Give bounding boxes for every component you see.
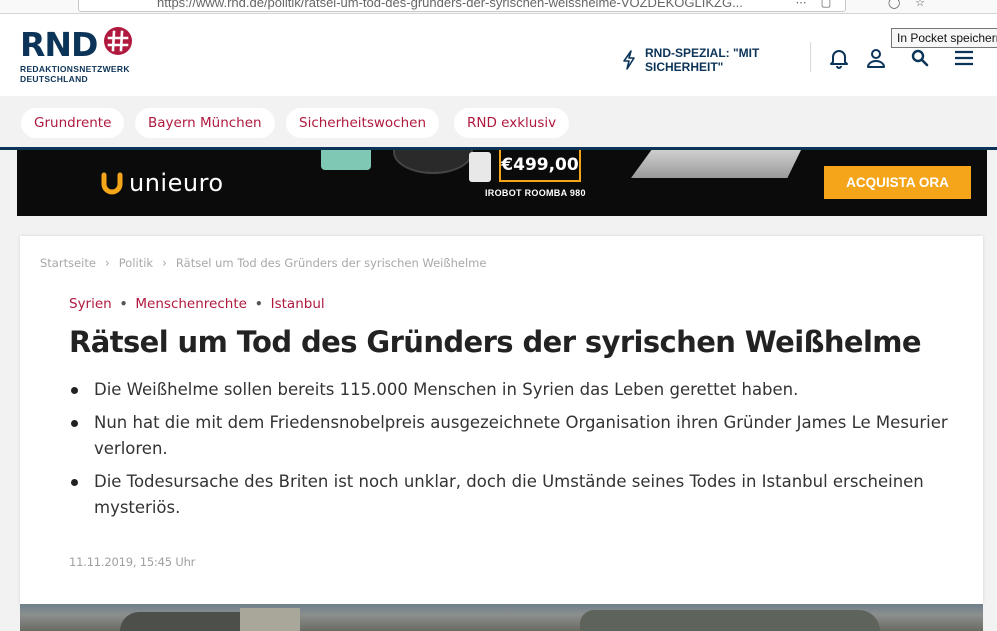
unieuro-mark-icon <box>101 172 123 195</box>
tag-istanbul[interactable]: Istanbul <box>271 296 325 312</box>
topic-bar: Grundrente Bayern München Sicherheitswoc… <box>0 96 997 150</box>
reader-icon[interactable]: ◯ <box>888 0 900 9</box>
logo-subtitle-2: DEUTSCHLAND <box>20 74 88 84</box>
ad-cta-button[interactable]: ACQUISTA ORA <box>824 166 971 199</box>
tag-separator: • <box>254 297 263 311</box>
product-image-box <box>469 152 491 182</box>
ad-banner[interactable]: unieuro €499,00 IROBOT ROOMBA 980 ACQUIS… <box>17 150 987 216</box>
topic-chip-bayern-muenchen[interactable]: Bayern München <box>135 108 275 138</box>
menu-icon[interactable] <box>953 47 975 69</box>
tag-syrien[interactable]: Syrien <box>69 296 112 312</box>
ad-price: €499,00 <box>499 150 581 182</box>
summary-item: Die Todesursache des Briten ist noch unk… <box>69 469 949 521</box>
topic-chip-rnd-exklusiv[interactable]: RND exklusiv <box>454 108 570 138</box>
chevron-right-icon: › <box>162 256 167 270</box>
breadcrumb-section[interactable]: Politik <box>119 256 153 270</box>
bookmark-star-icon[interactable]: ☆ <box>914 0 926 9</box>
product-image-phone <box>321 150 371 170</box>
bell-icon[interactable] <box>828 47 850 69</box>
rnd-logo[interactable]: RND REDAKTIONSNETZWERK DEUTSCHLAND <box>20 27 132 84</box>
chevron-right-icon: › <box>104 256 110 270</box>
ad-brand-name: unieuro <box>129 169 224 197</box>
article-card: Startseite › Politik › Rätsel um Tod des… <box>20 236 983 604</box>
logo-hash-icon <box>104 27 132 55</box>
breadcrumb-current: Rätsel um Tod des Gründers der syrischen… <box>175 256 487 270</box>
hero-image-wall <box>240 608 300 631</box>
spezial-label: RND-SPEZIAL: "MIT SICHERHEIT" <box>645 46 760 74</box>
ad-product-name: IROBOT ROOMBA 980 <box>485 188 586 198</box>
spezial-link[interactable]: RND-SPEZIAL: "MIT SICHERHEIT" <box>622 45 775 75</box>
user-icon[interactable] <box>865 47 887 69</box>
site-header: RND REDAKTIONSNETZWERK DEUTSCHLAND RND-S… <box>0 14 997 96</box>
hero-image-debris <box>580 610 880 631</box>
lightning-icon <box>623 50 635 70</box>
search-icon[interactable] <box>909 47 931 69</box>
article-summary-list: Die Weißhelme sollen bereits 115.000 Men… <box>69 377 949 528</box>
product-image-laptop <box>631 150 801 178</box>
tag-separator: • <box>119 297 128 311</box>
pocket-tooltip: In Pocket speichern <box>891 28 997 48</box>
article-headline: Rätsel um Tod des Gründers der syrischen… <box>69 325 922 359</box>
breadcrumb-home[interactable]: Startseite <box>40 256 96 270</box>
article-date: 11.11.2019, 15:45 Uhr <box>69 555 196 569</box>
browser-toolbar: ◈ ▤ ◎ https://www.rnd.de/politik/ratsel-… <box>0 0 997 14</box>
product-image-robot <box>393 150 473 174</box>
article-tags: Syrien • Menschenrechte • Istanbul <box>69 296 325 312</box>
topic-chip-sicherheitswochen[interactable]: Sicherheitswochen <box>286 108 439 138</box>
summary-item: Die Weißhelme sollen bereits 115.000 Men… <box>69 377 949 403</box>
ad-brand-logo: unieuro <box>99 169 224 197</box>
tag-menschenrechte[interactable]: Menschenrechte <box>135 296 247 312</box>
topic-chip-grundrente[interactable]: Grundrente <box>21 108 125 138</box>
logo-subtitle-1: REDAKTIONSNETZWERK <box>20 64 130 74</box>
breadcrumb: Startseite › Politik › Rätsel um Tod des… <box>40 256 486 270</box>
pocket-icon[interactable]: ▢ <box>820 0 832 9</box>
page-actions-icon[interactable]: ⋯ <box>795 0 807 9</box>
article-hero-image <box>20 604 983 631</box>
summary-item: Nun hat die mit dem Friedensnobelpreis a… <box>69 410 949 462</box>
address-bar[interactable]: https://www.rnd.de/politik/ratsel-um-tod… <box>78 0 846 12</box>
header-divider <box>810 42 811 72</box>
